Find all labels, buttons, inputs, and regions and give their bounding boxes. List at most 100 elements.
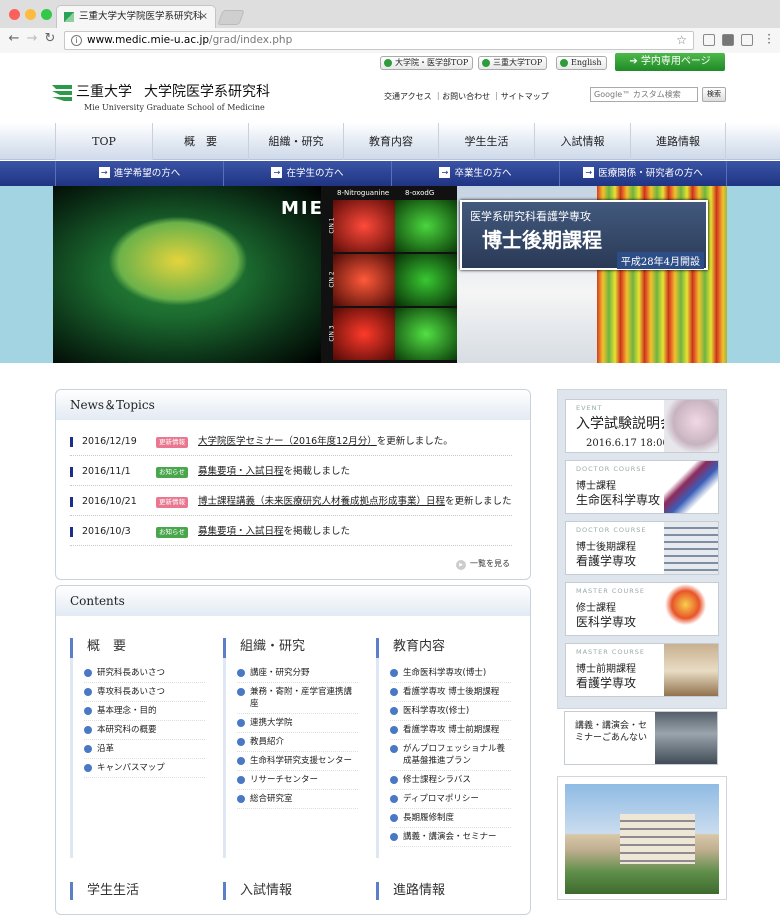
nav-top[interactable]: TOP	[55, 123, 152, 160]
contents-link[interactable]: 研究科長あいさつ	[84, 664, 205, 683]
search-input[interactable]: Google™ カスタム検索	[590, 87, 698, 102]
nav-alumni[interactable]: 卒業生の方へ	[391, 161, 559, 186]
university-logo-icon[interactable]	[52, 85, 72, 101]
hero-banner[interactable]: MIE 8-Nitroguanine 8-oxodG CIN 1 CIN 2 C…	[0, 186, 780, 363]
sidebar-course-banner[interactable]: DOCTOR COURSE 博士後期課程 看護学専攻	[565, 521, 719, 575]
back-icon[interactable]: ←	[6, 31, 22, 46]
nav-researchers[interactable]: 医療関係・研究者の方へ	[559, 161, 727, 186]
news-link[interactable]: 募集要項・入試日程	[198, 526, 284, 537]
contents-link[interactable]: ディプロマポリシー	[390, 790, 511, 809]
column-label: 8-Nitroguanine	[337, 189, 390, 197]
column-heading: 入試情報	[223, 882, 358, 900]
contents-link[interactable]: 沿革	[84, 740, 205, 759]
news-date: 2016/12/19	[82, 436, 137, 447]
camera-extension-icon[interactable]	[703, 34, 715, 46]
campus-photo	[557, 776, 727, 900]
news-link[interactable]: 大学院医学セミナー（2016年度12月分）	[198, 436, 377, 447]
new-tab-button[interactable]	[217, 10, 245, 25]
contents-link[interactable]: 総合研究室	[237, 790, 358, 809]
sidebar-course-banner[interactable]: MASTER COURSE 修士課程 医科学専攻	[565, 582, 719, 636]
contents-panel: Contents 概 要 研究科長あいさつ 専攻科長あいさつ 基本理念・目的 本…	[55, 585, 531, 915]
reload-icon[interactable]: ↻	[42, 31, 58, 46]
banner-subtitle: 看護学専攻	[576, 554, 637, 568]
nav-current-students[interactable]: 在学生の方へ	[223, 161, 391, 186]
link-faculty-top[interactable]: 大学院・医学部TOP	[380, 56, 474, 70]
nav-education[interactable]: 教育内容	[343, 123, 438, 160]
audience-nav: 進学希望の方へ 在学生の方へ 卒業生の方へ 医療関係・研究者の方へ	[0, 161, 780, 186]
link-contact[interactable]: ｜お問い合わせ	[434, 92, 490, 101]
link-sitemap[interactable]: ｜サイトマップ	[493, 92, 549, 101]
contents-link[interactable]: 連携大学院	[237, 714, 358, 733]
extension-icon[interactable]	[722, 34, 734, 46]
close-window-icon[interactable]	[9, 9, 20, 20]
maximize-window-icon[interactable]	[41, 9, 52, 20]
search-button[interactable]: 検索	[702, 87, 726, 102]
minimize-window-icon[interactable]	[25, 9, 36, 20]
banner-tag: EVENT	[576, 404, 603, 412]
campus-only-button[interactable]: ➔ 学内専用ページ	[615, 53, 725, 71]
banner-title: 講義・講演会・セミナーごあんない	[575, 721, 648, 743]
url-host: www.medic.mie-u.ac.jp	[87, 34, 210, 46]
sidebar-lecture-banner[interactable]: 講義・講演会・セミナーごあんない	[564, 711, 718, 765]
nav-organization[interactable]: 組織・研究	[248, 123, 343, 160]
contents-link[interactable]: リサーチセンター	[237, 771, 358, 790]
contents-title: Contents	[56, 586, 530, 616]
browser-tab[interactable]: 三重大学大学院医学系研究科 ×	[56, 5, 216, 28]
news-more-link[interactable]: 一覧を見る	[456, 558, 510, 570]
tab-close-icon[interactable]: ×	[200, 6, 208, 28]
link-access[interactable]: 交通アクセス	[384, 92, 432, 101]
contents-link[interactable]: 本研究科の概要	[84, 721, 205, 740]
contents-link[interactable]: 生命医科学専攻(博士)	[390, 664, 511, 683]
news-link[interactable]: 博士課程講義（未来医療研究人材養成拠点形成事業）日程	[198, 496, 445, 507]
contents-link[interactable]: 講義・講演会・セミナー	[390, 828, 511, 847]
news-text: を更新しました。	[376, 436, 453, 447]
news-date: 2016/10/3	[82, 526, 131, 537]
new-program-banner[interactable]: 医学系研究科看護学専攻 博士後期課程 平成28年4月開設	[460, 200, 708, 270]
forward-icon[interactable]: →	[24, 31, 40, 46]
news-text: を更新しました。	[445, 496, 512, 507]
nav-student-life[interactable]: 学生生活	[438, 123, 534, 160]
row-label: CIN 2	[328, 271, 336, 288]
link-university-top[interactable]: 三重大学TOP	[478, 56, 548, 70]
column-heading: 概 要	[70, 638, 205, 858]
row-label: CIN 1	[328, 217, 336, 234]
logo-university: 三重大学	[76, 84, 132, 100]
column-label: 8-oxodG	[405, 189, 435, 197]
contents-link[interactable]: 看護学専攻 博士前期課程	[390, 721, 511, 740]
sidebar-event-banner[interactable]: EVENT 入学試験説明会 2016.6.17 18:00～	[565, 399, 719, 453]
contents-link[interactable]: がんプロフェッショナル養成基盤推進プラン	[390, 740, 511, 771]
contents-link[interactable]: 修士課程シラバス	[390, 771, 511, 790]
sidebar-course-banner[interactable]: DOCTOR COURSE 博士課程 生命医科学専攻	[565, 460, 719, 514]
contents-link[interactable]: 基本理念・目的	[84, 702, 205, 721]
contents-link[interactable]: 教員紹介	[237, 733, 358, 752]
site-logo[interactable]: 三重大学 大学院医学系研究科	[76, 81, 270, 101]
nav-prospective[interactable]: 進学希望の方へ	[55, 161, 223, 186]
contents-link[interactable]: 兼務・寄附・産学官連携講座	[237, 683, 358, 714]
logo-english: Mie University Graduate School of Medici…	[84, 103, 265, 112]
news-link[interactable]: 募集要項・入試日程	[198, 466, 284, 477]
banner-tag: MASTER COURSE	[576, 648, 646, 656]
nav-admissions[interactable]: 入試情報	[534, 123, 630, 160]
contents-link[interactable]: 専攻科長あいさつ	[84, 683, 205, 702]
column-heading: 進路情報	[376, 882, 511, 900]
nav-careers[interactable]: 進路情報	[630, 123, 726, 160]
nav-overview[interactable]: 概 要	[152, 123, 248, 160]
cast-icon[interactable]	[741, 34, 753, 46]
bookmark-star-icon[interactable]: ☆	[676, 32, 687, 49]
news-item: 2016/12/19 更新情報 大学院医学セミナー（2016年度12月分）を更新…	[70, 428, 512, 456]
link-english[interactable]: English	[556, 56, 607, 70]
info-icon[interactable]: i	[71, 35, 82, 46]
global-nav: TOP 概 要 組織・研究 教育内容 学生生活 入試情報 進路情報	[0, 123, 780, 160]
address-bar[interactable]: i www.medic.mie-u.ac.jp/grad/index.php ☆	[64, 31, 694, 50]
contents-link[interactable]: 生命科学研究支援センター	[237, 752, 358, 771]
contents-link[interactable]: 長期履修制度	[390, 809, 511, 828]
contents-link[interactable]: 医科学専攻(修士)	[390, 702, 511, 721]
contents-link[interactable]: 講座・研究分野	[237, 664, 358, 683]
contents-link[interactable]: キャンパスマップ	[84, 759, 205, 778]
browser-menu-icon[interactable]: · · ·	[767, 29, 771, 49]
banner-subtitle: 生命医科学専攻	[576, 493, 661, 507]
column-heading: 教育内容	[376, 638, 511, 858]
sidebar-course-banner[interactable]: MASTER COURSE 博士前期課程 看護学専攻	[565, 643, 719, 697]
website: 三重大学 大学院医学系研究科 Mie University Graduate Sc…	[0, 53, 780, 915]
contents-link[interactable]: 看護学専攻 博士後期課程	[390, 683, 511, 702]
